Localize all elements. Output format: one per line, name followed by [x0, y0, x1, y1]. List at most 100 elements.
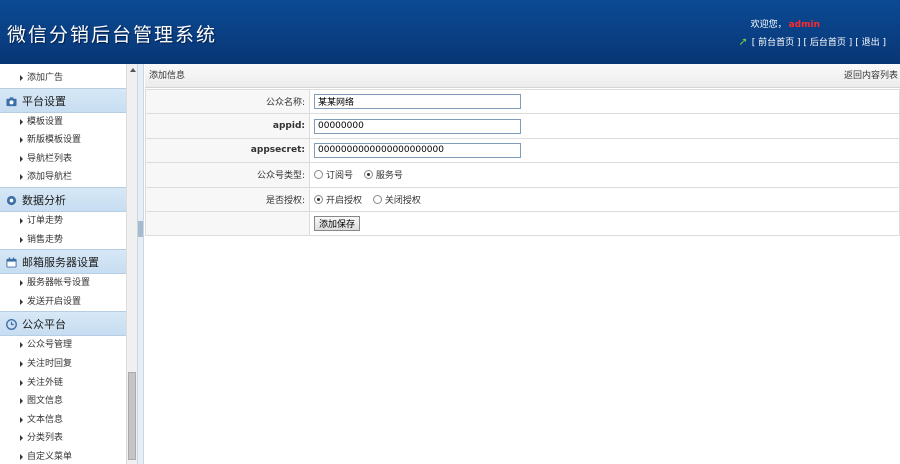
- triangle-right-icon: [20, 217, 23, 224]
- sidebar-item-label: 新版模板设置: [27, 135, 82, 146]
- sidebar-item-follow-link[interactable]: 关注外链: [0, 374, 126, 393]
- sidebar-item-label: 自定义菜单: [27, 451, 73, 462]
- sidebar-item-label: 服务器帐号设置: [27, 278, 91, 289]
- sidebar-group-analytics[interactable]: 数据分析: [0, 186, 126, 212]
- form-row-type: 公众号类型: 订阅号 服务号: [145, 162, 900, 188]
- logout-link[interactable]: [ 退出 ]: [855, 35, 886, 48]
- triangle-right-icon: [20, 118, 23, 125]
- sidebar-group-label: 数据分析: [22, 193, 66, 207]
- appid-input[interactable]: [314, 118, 521, 134]
- appsecret-input[interactable]: [314, 142, 521, 158]
- triangle-right-icon: [20, 75, 23, 81]
- arrow-icon: ➚: [738, 35, 748, 48]
- sidebar-item-account-manage[interactable]: 公众号管理: [0, 336, 126, 355]
- sidebar-item-send-settings[interactable]: 发送开启设置: [0, 293, 126, 312]
- scroll-thumb[interactable]: [128, 372, 136, 460]
- triangle-right-icon: [20, 155, 23, 162]
- type-cell: 订阅号 服务号: [309, 162, 900, 188]
- sidebar-item-label: 导航栏列表: [27, 153, 73, 164]
- triangle-right-icon: [20, 174, 23, 181]
- sidebar-item-text-info[interactable]: 文本信息: [0, 411, 126, 430]
- service-radio[interactable]: [363, 170, 373, 180]
- sidebar-item-label: 模板设置: [27, 116, 64, 127]
- sidebar-group-mail-server[interactable]: 邮箱服务器设置: [0, 249, 126, 275]
- appsecret-label: appsecret:: [145, 137, 310, 164]
- triangle-right-icon: [20, 280, 23, 287]
- camera-icon: [6, 96, 17, 106]
- sidebar-group-label: 公众平台: [22, 318, 66, 332]
- triangle-right-icon: [20, 236, 23, 243]
- app-title: 微信分销后台管理系统: [7, 24, 218, 46]
- sidebar-item-label: 公众号管理: [27, 340, 73, 351]
- subscription-radio[interactable]: [314, 170, 323, 180]
- sidebar-item-label: 发送开启设置: [27, 296, 82, 307]
- welcome-text: 欢迎您， admin: [751, 17, 820, 30]
- sidebar-item-new-template[interactable]: 新版模板设置: [0, 131, 126, 150]
- triangle-right-icon: [20, 453, 23, 460]
- triangle-right-icon: [20, 435, 23, 442]
- sidebar-group-platform[interactable]: 平台设置: [0, 87, 126, 113]
- appid-label: appid:: [145, 113, 310, 139]
- sidebar-group-label: 邮箱服务器设置: [22, 256, 99, 270]
- sidebar-item-image-text[interactable]: 图文信息: [0, 392, 126, 411]
- top-header: 微信分销后台管理系统 欢迎您， admin ➚ [ 前台首页 ] [ 后台首页 ]…: [0, 0, 900, 64]
- auth-label: 是否授权:: [145, 186, 310, 212]
- welcome-label: 欢迎您，: [750, 20, 787, 30]
- sidebar-item-category-list[interactable]: 分类列表: [0, 429, 126, 448]
- sidebar-item-sales-trend[interactable]: 销售走势: [0, 231, 126, 250]
- sidebar-group-public-platform[interactable]: 公众平台: [0, 311, 126, 337]
- name-cell: [309, 88, 900, 115]
- gear-icon: [6, 195, 17, 206]
- form-row-submit: 添加保存: [145, 210, 900, 237]
- sidebar-item-label: 图文信息: [27, 396, 64, 407]
- sidebar-item-label: 关注时回复: [27, 358, 73, 369]
- sidebar-scrollbar[interactable]: [126, 64, 137, 464]
- sidebar-item-nav-list[interactable]: 导航栏列表: [0, 150, 126, 169]
- header-links: ➚ [ 前台首页 ] [ 后台首页 ] [ 退出 ]: [739, 35, 886, 48]
- sidebar-item-follow-reply[interactable]: 关注时回复: [0, 355, 126, 374]
- frontend-home-link[interactable]: [ 前台首页 ]: [752, 35, 801, 48]
- sidebar-item-server-account[interactable]: 服务器帐号设置: [0, 274, 126, 293]
- auth-cell: 开启授权 关闭授权: [309, 186, 900, 212]
- triangle-right-icon: [20, 342, 23, 349]
- form-row-name: 公众名称:: [145, 88, 900, 115]
- scroll-up-icon[interactable]: [130, 68, 136, 72]
- appid-cell: [309, 113, 900, 139]
- sidebar-item-add-ad[interactable]: 添加广告: [0, 69, 126, 88]
- panel-splitter[interactable]: [137, 64, 144, 464]
- auth-on-radio[interactable]: [314, 194, 323, 204]
- sidebar-group-label: 平台设置: [22, 94, 66, 108]
- sidebar-item-label: 订单走势: [27, 215, 64, 226]
- sidebar-item-label: 关注外链: [27, 377, 64, 388]
- name-label: 公众名称:: [145, 88, 310, 115]
- triangle-right-icon: [20, 416, 23, 423]
- type-label: 公众号类型:: [145, 162, 310, 188]
- save-button[interactable]: 添加保存: [314, 216, 361, 232]
- form-row-appid: appid:: [145, 113, 900, 139]
- appsecret-cell: [309, 137, 900, 164]
- sidebar-item-label: 分类列表: [27, 433, 64, 444]
- splitter-handle[interactable]: [138, 221, 143, 237]
- triangle-right-icon: [20, 398, 23, 405]
- submit-cell: 添加保存: [309, 210, 900, 237]
- auth-on-option-label: 开启授权: [326, 195, 363, 206]
- auth-off-radio[interactable]: [372, 194, 382, 204]
- info-form: 公众名称: appid: appsecret: 公众号类型: 订阅号 服务号 是…: [145, 88, 900, 237]
- clock-icon: [6, 319, 17, 331]
- auth-off-option-label: 关闭授权: [384, 195, 421, 206]
- back-to-list-link[interactable]: 返回内容列表: [844, 64, 898, 88]
- sidebar: 添加广告 平台设置 模板设置 新版模板设置 导航栏列表 添加导航栏 数据分析 订…: [0, 64, 126, 464]
- sidebar-item-template[interactable]: 模板设置: [0, 113, 126, 132]
- triangle-right-icon: [20, 137, 23, 144]
- sidebar-item-label: 添加导航栏: [27, 172, 73, 183]
- sidebar-item-label: 文本信息: [27, 414, 64, 425]
- sidebar-item-add-nav[interactable]: 添加导航栏: [0, 168, 126, 187]
- triangle-right-icon: [20, 379, 23, 386]
- sidebar-item-custom-menu[interactable]: 自定义菜单: [0, 448, 126, 464]
- backend-home-link[interactable]: [ 后台首页 ]: [804, 35, 853, 48]
- sidebar-item-label: 销售走势: [27, 234, 64, 245]
- triangle-right-icon: [20, 298, 23, 305]
- calendar-icon: [6, 257, 17, 268]
- sidebar-item-order-trend[interactable]: 订单走势: [0, 212, 126, 231]
- account-name-input[interactable]: [314, 94, 521, 110]
